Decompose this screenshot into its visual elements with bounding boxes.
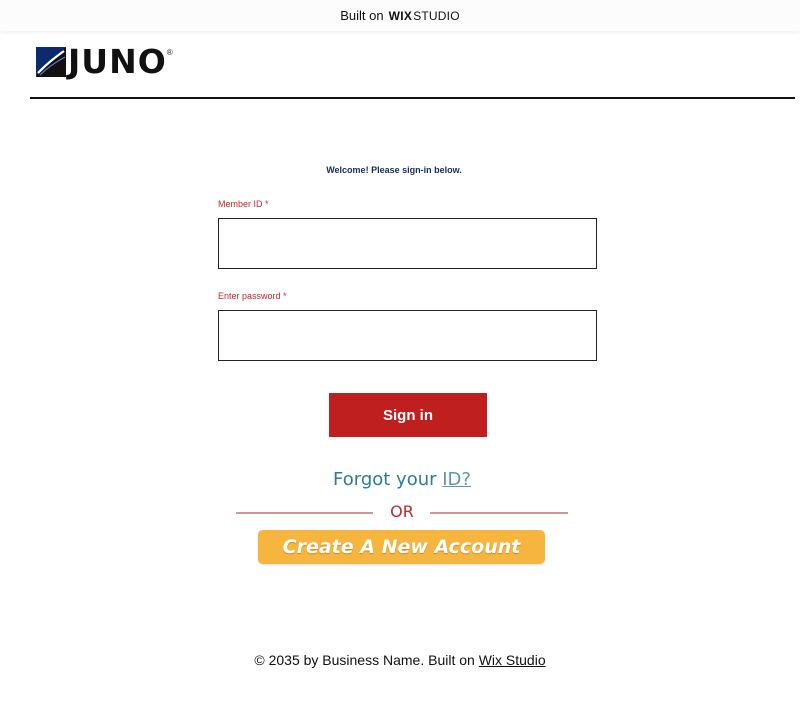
- wix-banner-prefix: Built on: [340, 8, 384, 23]
- footer: © 2035 by Business Name. Built on Wix St…: [0, 652, 800, 668]
- wix-logo: WIX: [388, 8, 413, 23]
- footer-text: © 2035 by Business Name. Built on: [254, 652, 475, 668]
- required-marker: *: [283, 291, 287, 301]
- required-marker: *: [265, 199, 269, 209]
- member-id-label: Member ID *: [218, 199, 269, 209]
- member-id-input[interactable]: [218, 218, 597, 269]
- sign-in-button[interactable]: Sign in: [329, 393, 487, 437]
- wix-banner[interactable]: Built on WIX STUDIO: [0, 0, 800, 31]
- password-label-text: Enter password: [218, 291, 281, 301]
- create-account-button[interactable]: Create A New Account: [258, 530, 545, 564]
- logo-text: JUNO: [68, 42, 167, 81]
- forgot-id-link[interactable]: ID?: [442, 469, 471, 490]
- registered-mark: ®: [166, 48, 173, 57]
- forgot-id-row: Forgot your ID?: [236, 469, 568, 490]
- juno-logo-mark-icon: [36, 47, 66, 77]
- welcome-text: Welcome! Please sign-in below.: [326, 165, 462, 175]
- password-label: Enter password *: [218, 291, 287, 301]
- forgot-prefix: Forgot your: [333, 469, 437, 490]
- wix-studio-link[interactable]: Wix Studio: [479, 652, 546, 668]
- member-id-label-text: Member ID: [218, 199, 263, 209]
- wix-studio-text: STUDIO: [413, 8, 460, 23]
- password-input[interactable]: [218, 310, 597, 361]
- or-divider-right: [430, 512, 568, 514]
- or-divider-left: [236, 512, 373, 514]
- juno-logo[interactable]: JUNO ®: [36, 42, 173, 81]
- header-divider: [30, 97, 795, 99]
- or-text: OR: [390, 502, 414, 521]
